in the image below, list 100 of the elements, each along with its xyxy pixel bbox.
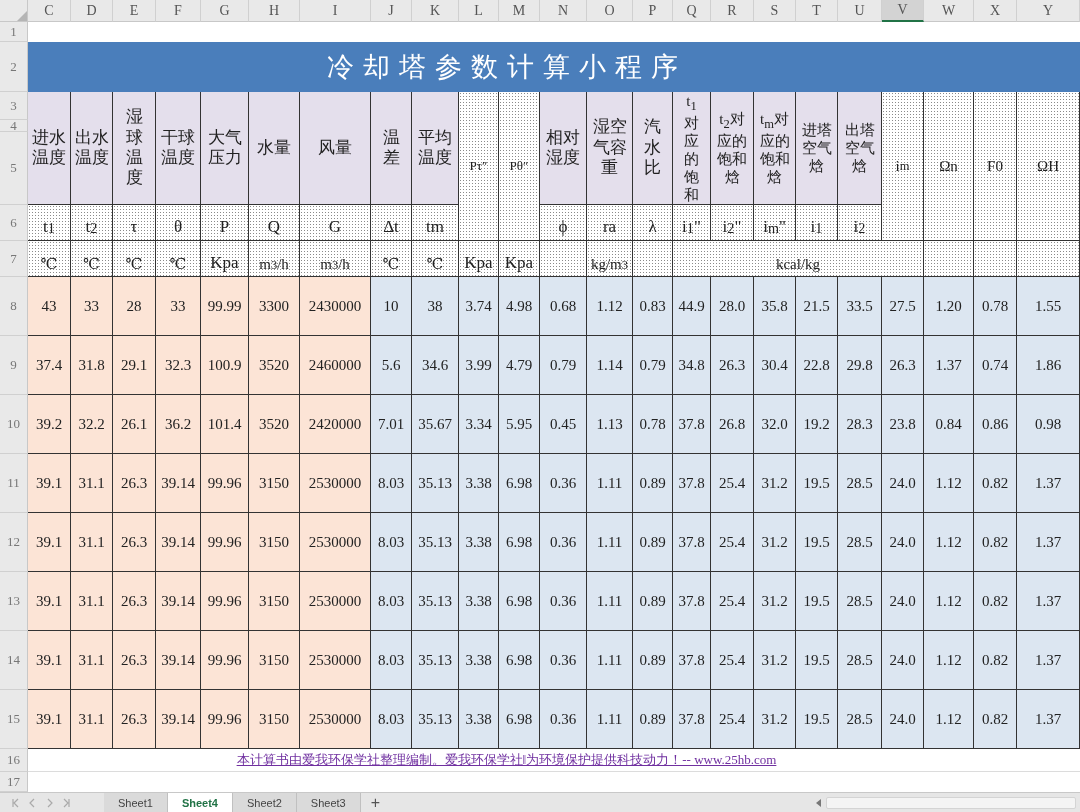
row-number[interactable]: 16 xyxy=(0,749,28,772)
symbol-cell: t$_{1}$ xyxy=(28,205,71,241)
table-cell: 0.82 xyxy=(974,572,1017,631)
table-cell: 6.98 xyxy=(499,631,540,690)
table-cell: 24.0 xyxy=(882,572,924,631)
column-header[interactable]: Y xyxy=(1017,0,1080,22)
column-header[interactable]: U xyxy=(838,0,882,22)
column-header[interactable]: J xyxy=(371,0,412,22)
table-cell: 39.14 xyxy=(156,572,201,631)
column-header[interactable]: V xyxy=(882,0,924,22)
row-number[interactable]: 9 xyxy=(0,336,28,395)
first-sheet-icon[interactable] xyxy=(12,797,19,808)
table-cell: 0.78 xyxy=(974,277,1017,336)
column-header[interactable]: L xyxy=(459,0,499,22)
column-header[interactable]: F xyxy=(156,0,201,22)
table-cell: 28.5 xyxy=(838,572,882,631)
row-number[interactable]: 5 xyxy=(0,132,28,205)
unit-cell: ℃ xyxy=(71,241,113,277)
row-number[interactable]: 4 xyxy=(0,120,28,132)
horizontal-scrollbar[interactable] xyxy=(826,796,1076,809)
table-cell: 0.89 xyxy=(633,690,673,749)
table-cell: 26.3 xyxy=(882,336,924,395)
table-cell: 31.2 xyxy=(754,513,796,572)
last-sheet-icon[interactable] xyxy=(63,797,70,808)
table-cell: 25.4 xyxy=(711,572,754,631)
column-header[interactable]: Q xyxy=(673,0,711,22)
header-cell: F0 xyxy=(974,92,1017,241)
table-cell: 1.11 xyxy=(587,631,633,690)
column-header[interactable]: H xyxy=(249,0,300,22)
header-cell: 出水温度 xyxy=(71,92,113,205)
row-number[interactable]: 11 xyxy=(0,454,28,513)
column-header[interactable]: S xyxy=(754,0,796,22)
scroll-left-icon[interactable] xyxy=(816,798,822,807)
table-cell: 29.8 xyxy=(838,336,882,395)
column-header[interactable]: D xyxy=(71,0,113,22)
table-cell: 100.9 xyxy=(201,336,249,395)
next-sheet-icon[interactable] xyxy=(46,797,53,808)
table-cell: 38 xyxy=(412,277,459,336)
column-header[interactable]: P xyxy=(633,0,673,22)
footer-link[interactable]: 本计算书由爱我环保学社整理编制。爱我环保学社‖为环境保护提供科技动力！-- www.25hb.com xyxy=(28,749,1080,772)
column-header[interactable]: O xyxy=(587,0,633,22)
column-header[interactable]: R xyxy=(711,0,754,22)
column-header[interactable]: G xyxy=(201,0,249,22)
column-header[interactable]: M xyxy=(499,0,540,22)
table-cell: 28.5 xyxy=(838,631,882,690)
unit-cell: Kpa xyxy=(201,241,249,277)
table-cell: 0.68 xyxy=(540,277,587,336)
row-number[interactable]: 2 xyxy=(0,42,28,92)
row-number[interactable]: 8 xyxy=(0,277,28,336)
add-sheet-button[interactable]: + xyxy=(360,793,391,812)
symbol-cell: P xyxy=(201,205,249,241)
column-header[interactable]: N xyxy=(540,0,587,22)
table-cell: 1.11 xyxy=(587,572,633,631)
column-header[interactable]: I xyxy=(300,0,371,22)
table-cell: 1.37 xyxy=(924,336,974,395)
sheet-tab[interactable]: Sheet3 xyxy=(296,793,361,812)
sheet-tab[interactable]: Sheet4 xyxy=(167,793,233,812)
header-cell: 水量 xyxy=(249,92,300,205)
table-cell: 37.4 xyxy=(28,336,71,395)
table-cell: 1.37 xyxy=(1017,572,1080,631)
row-number[interactable]: 13 xyxy=(0,572,28,631)
symbol-cell: λ xyxy=(633,205,673,241)
column-header[interactable]: E xyxy=(113,0,156,22)
column-header[interactable]: X xyxy=(974,0,1017,22)
table-cell: 39.1 xyxy=(28,513,71,572)
row-number[interactable]: 17 xyxy=(0,772,28,792)
column-header[interactable]: K xyxy=(412,0,459,22)
table-cell: 8.03 xyxy=(371,631,412,690)
table-cell: 1.11 xyxy=(587,690,633,749)
table-cell: 0.79 xyxy=(540,336,587,395)
table-cell: 0.84 xyxy=(924,395,974,454)
sheet-tab[interactable]: Sheet1 xyxy=(104,793,168,812)
table-cell: 0.82 xyxy=(974,454,1017,513)
row-number[interactable]: 14 xyxy=(0,631,28,690)
row-number[interactable]: 15 xyxy=(0,690,28,749)
row-number[interactable]: 10 xyxy=(0,395,28,454)
column-header[interactable]: C xyxy=(28,0,71,22)
unit-cell: ℃ xyxy=(371,241,412,277)
symbol-cell: Δt xyxy=(371,205,412,241)
row-number[interactable]: 7 xyxy=(0,241,28,277)
header-cell: 相对湿度 xyxy=(540,92,587,205)
table-cell: 35.8 xyxy=(754,277,796,336)
table-cell: 4.98 xyxy=(499,277,540,336)
table-cell: 0.89 xyxy=(633,454,673,513)
row-number[interactable]: 12 xyxy=(0,513,28,572)
previous-sheet-icon[interactable] xyxy=(29,797,36,808)
row-number[interactable]: 6 xyxy=(0,205,28,241)
column-header[interactable]: T xyxy=(796,0,838,22)
table-cell: 6.98 xyxy=(499,572,540,631)
column-header[interactable]: W xyxy=(924,0,974,22)
unit-cell: ℃ xyxy=(28,241,71,277)
table-cell: 0.78 xyxy=(633,395,673,454)
table-cell: 5.6 xyxy=(371,336,412,395)
row-number[interactable]: 1 xyxy=(0,22,28,42)
table-cell: 0.82 xyxy=(974,631,1017,690)
table-cell: 1.12 xyxy=(924,513,974,572)
sheet-tab[interactable]: Sheet2 xyxy=(232,793,297,812)
header-cell: t$_{1}$对应的饱和 xyxy=(673,92,711,205)
table-cell: 32.0 xyxy=(754,395,796,454)
row-number[interactable]: 3 xyxy=(0,92,28,120)
